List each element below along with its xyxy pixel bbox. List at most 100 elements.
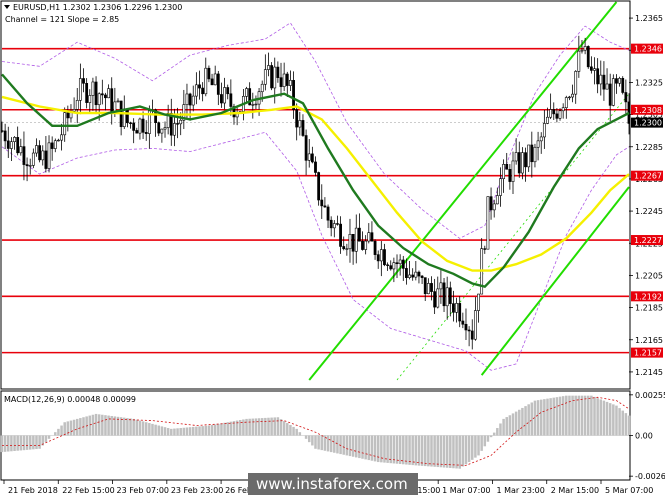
candle-body [499, 178, 502, 196]
candle-body [44, 150, 48, 169]
macd-histogram-bar [273, 417, 276, 436]
candle-body [260, 83, 264, 93]
macd-tick-label: -0.00265 [635, 472, 665, 481]
candle-body [270, 65, 274, 89]
candle-body [611, 78, 615, 106]
macd-histogram-bar [458, 435, 461, 469]
macd-histogram-bar [364, 435, 367, 460]
macd-histogram-bar [185, 427, 189, 436]
macd-histogram-bar [549, 398, 552, 436]
macd-histogram-bar [198, 426, 201, 436]
candle-body [191, 95, 195, 106]
macd-histogram-bar [0, 435, 4, 453]
candle [270, 62, 274, 91]
macd-histogram-bar [398, 435, 402, 464]
level-tag-label: 1.2192 [634, 292, 662, 301]
macd-histogram-bar [148, 423, 151, 436]
macd-tick-label: 0.00255 [635, 391, 665, 400]
macd-histogram-bar [449, 435, 452, 468]
candle-body [0, 130, 4, 132]
macd-histogram-bar [320, 435, 324, 451]
candle-body [75, 100, 79, 110]
candle-body [508, 168, 512, 182]
macd-histogram-bar [505, 417, 508, 436]
current-price-tag-label: 1.2300 [634, 119, 662, 128]
candle [611, 74, 615, 107]
candle-body [505, 164, 509, 170]
macd-histogram-bar [596, 398, 599, 436]
candle-body [615, 78, 618, 84]
candle-body [373, 240, 377, 255]
macd-histogram-bar [414, 435, 418, 466]
candle-body [624, 92, 628, 103]
macd-histogram-bar [119, 417, 123, 436]
macd-histogram-bar [223, 422, 226, 436]
macd-histogram-bar [571, 395, 574, 436]
macd-histogram-bar [204, 425, 208, 436]
time-tick-label: 5 Mar 07:00 [605, 486, 653, 495]
macd-histogram-bar [405, 435, 408, 465]
macd-histogram-bar [423, 435, 427, 467]
candle-body [354, 227, 358, 252]
macd-histogram-bar [163, 427, 167, 436]
macd-histogram-bar [270, 417, 273, 436]
macd-histogram-bar [442, 435, 446, 468]
candle-body [245, 88, 248, 97]
macd-histogram-bar [248, 418, 251, 436]
macd-histogram-bar [79, 418, 82, 436]
macd-histogram-bar [345, 435, 349, 456]
candle-body [574, 71, 578, 95]
candle-body [129, 122, 132, 124]
macd-histogram-bar [546, 398, 549, 436]
candle-body [254, 103, 258, 106]
macd-histogram-bar [213, 424, 217, 436]
time-tick-label: 1 Mar 07:00 [442, 486, 490, 495]
candle-body [97, 93, 101, 106]
macd-histogram-bar [574, 395, 577, 436]
macd-histogram-bar [217, 423, 220, 436]
macd-histogram-bar [138, 420, 142, 436]
macd-histogram-bar [355, 435, 358, 458]
candle-body [13, 137, 16, 142]
candle-body [599, 74, 603, 85]
candle-body [216, 73, 220, 95]
macd-histogram-bar [590, 395, 593, 436]
macd-tick-label: 0.00 [635, 432, 653, 441]
macd-histogram-bar [361, 435, 364, 459]
candle-body [173, 123, 176, 136]
macd-histogram-bar [267, 417, 270, 436]
macd-histogram-bar [22, 435, 26, 451]
macd-histogram-bar [583, 395, 587, 436]
macd-histogram-bar [254, 418, 258, 436]
candle-body [511, 160, 515, 182]
macd-histogram-bar [408, 435, 411, 465]
macd-histogram-bar [530, 402, 534, 436]
candle-body [135, 130, 139, 134]
candle-body [455, 303, 458, 313]
level-tag-label: 1.2346 [634, 45, 662, 54]
macd-histogram-bar [342, 435, 345, 455]
candle-body [210, 78, 214, 86]
macd-histogram-bar [311, 435, 314, 446]
candle-body [141, 118, 145, 133]
level-tag-label: 1.2157 [634, 349, 662, 358]
candle-body [467, 329, 471, 332]
macd-histogram-bar [195, 426, 198, 436]
candle-body [426, 283, 430, 295]
macd-histogram-bar [292, 426, 295, 436]
candle-body [326, 206, 330, 221]
macd-histogram-bar [511, 413, 515, 436]
candle-body [282, 73, 286, 87]
candle-body [204, 67, 208, 95]
candle-body [461, 320, 465, 325]
macd-histogram-bar [492, 432, 496, 436]
macd-histogram-bar [286, 423, 289, 436]
candle-body [527, 144, 531, 168]
candle-body [78, 78, 82, 101]
macd-histogram-bar [455, 435, 458, 469]
macd-histogram-bar [464, 435, 468, 465]
candle-body [361, 240, 364, 250]
price-tick-label: 1.2365 [635, 14, 663, 23]
price-chart: 1.23651.23451.23251.23051.22851.22651.22… [0, 0, 665, 499]
candle-body [31, 152, 35, 166]
